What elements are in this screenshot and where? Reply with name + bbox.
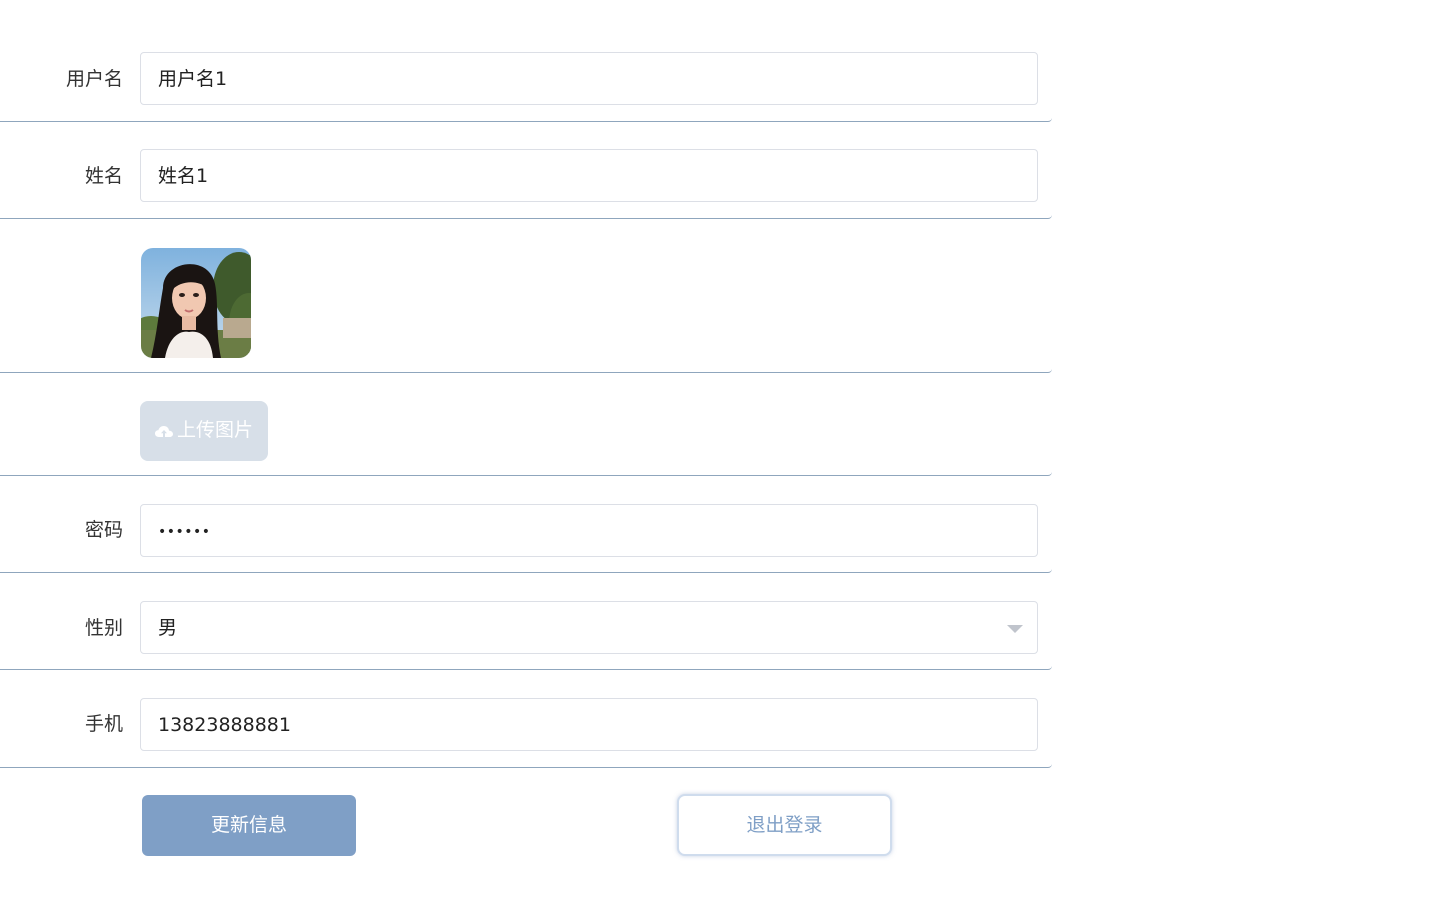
chevron-down-icon[interactable] [1007, 625, 1023, 633]
phone-input[interactable]: 13823888881 [140, 698, 1038, 751]
name-value: 姓名1 [158, 165, 209, 187]
gender-label: 性别 [84, 617, 123, 639]
cloud-upload-icon [155, 426, 173, 437]
phone-value: 13823888881 [158, 714, 291, 736]
username-value: 用户名1 [158, 68, 228, 90]
username-input[interactable]: 用户名1 [140, 52, 1038, 105]
password-input[interactable]: •••••• [140, 504, 1038, 557]
username-label: 用户名 [65, 68, 123, 90]
row-phone: 手机 13823888881 [0, 669, 1052, 768]
password-label: 密码 [84, 519, 123, 541]
phone-label: 手机 [84, 713, 123, 735]
avatar [141, 248, 251, 358]
gender-select[interactable]: 男 [140, 601, 1038, 654]
gender-value: 男 [158, 617, 178, 639]
logout-button[interactable]: 退出登录 [677, 794, 892, 856]
name-input[interactable]: 姓名1 [140, 149, 1038, 202]
row-gender: 性别 男 [0, 572, 1052, 670]
row-password: 密码 •••••• [0, 475, 1052, 573]
password-value: •••••• [158, 524, 211, 540]
upload-image-label: 上传图片 [177, 419, 254, 441]
upload-image-button[interactable]: 上传图片 [140, 401, 268, 461]
row-name: 姓名 姓名1 [0, 121, 1052, 219]
row-username: 用户名 用户名1 [0, 0, 1052, 122]
name-label: 姓名 [84, 165, 123, 187]
avatar-photo [141, 248, 251, 358]
update-info-button[interactable]: 更新信息 [142, 795, 356, 856]
